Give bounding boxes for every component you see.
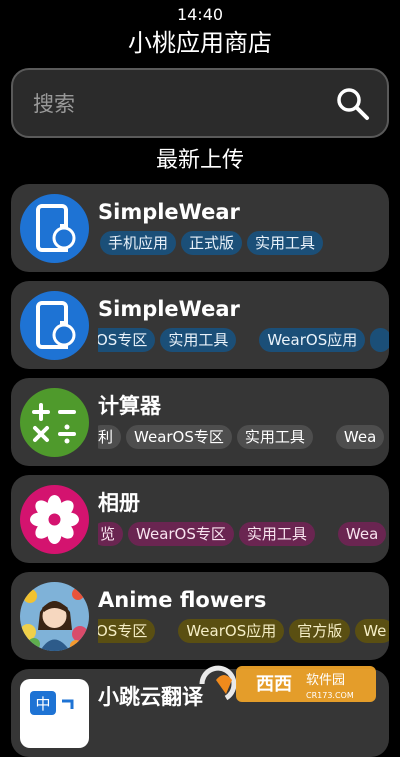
app-name: 小跳云翻译 [98,685,203,709]
search-input[interactable] [31,88,315,120]
section-title: 最新上传 [155,148,244,173]
app-card[interactable]: 计算器 利 WearOS专区 实用工具 Wea [11,378,389,466]
flower-icon [20,485,89,554]
tag: 正式版 [181,231,243,255]
app-name: Anime flowers [98,588,267,612]
svg-text:西西: 西西 [256,674,292,695]
app-name: 计算器 [98,394,161,418]
translate-icon: 中 [20,679,89,748]
app-name: 相册 [98,491,140,515]
tag: 实用工具 [236,425,313,449]
tag-list: 览 WearOS专区 实用工具 Wea [98,522,389,548]
app-title: 小桃应用商店 [128,29,272,57]
tag: 实用工具 [247,231,324,255]
app-card[interactable]: SimpleWear 手机应用 正式版 实用工具 [11,184,389,272]
svg-text:软件园: 软件园 [306,673,345,688]
tag: Wea [337,522,387,546]
tag: 官方版 [289,619,351,643]
search-icon[interactable] [333,84,373,124]
tag: Wea [335,425,385,449]
tag: WearOS应用 [259,328,366,352]
svg-text:CR173.COM: CR173.COM [306,691,354,700]
phone-watch-icon [20,291,89,360]
tag: OS专区 [98,619,156,643]
search-bar [11,68,389,138]
tag: We [355,619,389,643]
tag: 利 [98,425,122,449]
tag: WearOS专区 [128,522,234,546]
tag-list: OS专区 WearOS应用 官方版 We [98,619,389,645]
tag: OS专区 [98,328,156,352]
phone-watch-icon [20,194,89,263]
tag: 手机应用 [100,231,177,255]
tag: 实用工具 [160,328,237,352]
watermark-logo: 西西 软件园 CR173.COM [196,660,382,708]
tag: 实用工具 [238,522,315,546]
anime-avatar-icon [20,582,89,651]
tag-list: 手机应用 正式版 实用工具 [98,231,389,257]
tag-list: 利 WearOS专区 实用工具 Wea [98,425,389,451]
app-name: SimpleWear [98,200,240,224]
app-card[interactable]: SimpleWear OS专区 实用工具 WearOS应用 [11,281,389,369]
app-card[interactable]: Anime flowers OS专区 WearOS应用 官方版 We [11,572,389,660]
tag: WearOS专区 [126,425,232,449]
tag: 览 [98,522,124,546]
tag: WearOS应用 [178,619,285,643]
status-time: 14:40 [176,5,224,24]
app-card[interactable]: 相册 览 WearOS专区 实用工具 Wea [11,475,389,563]
tag-list: OS专区 实用工具 WearOS应用 [98,328,389,354]
calculator-icon [20,388,89,457]
svg-text:中: 中 [35,695,50,713]
tag [370,328,389,352]
app-name: SimpleWear [98,297,240,321]
